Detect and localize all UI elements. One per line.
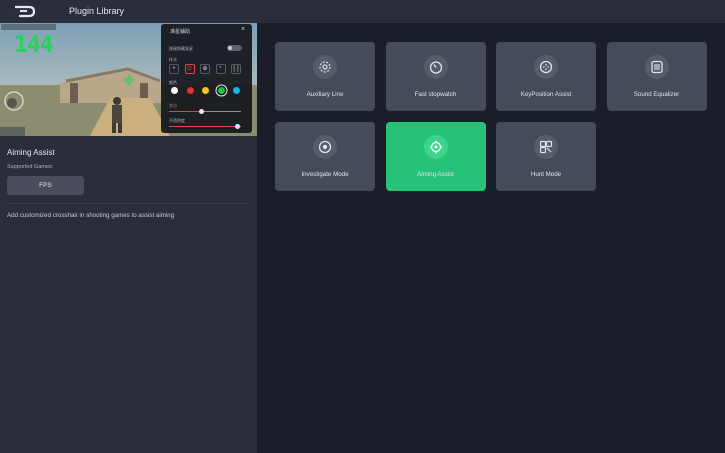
page-title: Plugin Library (69, 6, 125, 16)
plugin-card-label: KeyPosition Assist (520, 91, 572, 98)
plugin-card-label: Investigate Mode (301, 171, 349, 178)
plugin-name: Aiming Assist (7, 148, 55, 157)
crosshair-style-option[interactable]: ⁺ (215, 64, 226, 74)
plugin-card[interactable]: KeyPosition Assist (496, 42, 596, 111)
crosshair-icon (423, 135, 448, 159)
crosshair-color-option[interactable] (202, 87, 209, 94)
plugin-card[interactable]: Auxiliary Line (275, 42, 375, 111)
size-label: 大小 (169, 103, 177, 108)
plugin-card-label: Sound Equalizer (633, 91, 680, 98)
fps-counter: 144 (14, 32, 54, 58)
divider (7, 203, 248, 204)
crosshair-settings-popup: 准星辅助 × 按键隐藏准星 样式 + ⊙ ⊕ ⁺ [·] 颜色 大小 不透明度 (161, 24, 252, 133)
crosshair-style-option[interactable]: ⊕ (200, 64, 210, 74)
hide-toggle-label: 按键隐藏准星 (169, 46, 193, 51)
stopwatch-icon (423, 55, 448, 79)
plugin-preview: 144 准星辅助 × 按键隐藏准星 样式 + ⊙ ⊕ ⁺ [·] 颜色 大小 不透明度 (0, 23, 257, 136)
plugin-card[interactable]: Fast stopwatch (385, 42, 486, 111)
hunt-mode-icon (534, 135, 558, 159)
key-position-icon (534, 55, 558, 79)
plugin-description: Add customized crosshair in shooting gam… (7, 212, 175, 219)
crosshair-style-option[interactable]: + (169, 64, 179, 74)
plugin-card-label: Aiming Assist (417, 171, 454, 178)
crosshair-color-option[interactable] (186, 87, 194, 94)
color-label: 颜色 (169, 80, 177, 85)
hide-crosshair-toggle[interactable] (227, 45, 242, 51)
investigate-icon (313, 135, 337, 159)
size-slider-handle[interactable] (198, 109, 204, 114)
opacity-slider[interactable] (169, 124, 241, 129)
plugin-card[interactable]: Hunt Mode (496, 122, 596, 191)
auxiliary-line-icon (313, 55, 337, 79)
game-tag-fps[interactable]: FPS (7, 176, 84, 195)
top-bar: Plugin Library (0, 0, 725, 23)
plugin-card[interactable]: Sound Equalizer (606, 42, 707, 111)
style-label: 样式 (169, 57, 177, 62)
crosshair-color-option[interactable] (217, 87, 225, 94)
close-icon[interactable]: × (241, 26, 245, 33)
opacity-label: 不透明度 (169, 118, 185, 123)
crosshair-color-option[interactable] (233, 87, 240, 94)
plugin-card[interactable]: Aiming Assist (385, 122, 486, 191)
crosshair-style-option[interactable]: ⊙ (184, 64, 195, 74)
opacity-slider-handle[interactable] (234, 124, 240, 129)
size-slider[interactable] (169, 109, 241, 114)
plugin-card-label: Auxiliary Line (306, 91, 344, 98)
popup-title: 准星辅助 (170, 29, 191, 35)
crosshair-color-option[interactable] (171, 87, 178, 94)
plugin-card-label: Hunt Mode (530, 171, 562, 178)
plugin-card[interactable]: Investigate Mode (275, 122, 375, 191)
crosshair-style-option[interactable]: [·] (231, 64, 241, 74)
brand-logo-icon[interactable] (14, 5, 36, 18)
plugin-card-label: Fast stopwatch (414, 91, 457, 98)
plugin-detail-panel: 144 准星辅助 × 按键隐藏准星 样式 + ⊙ ⊕ ⁺ [·] 颜色 大小 不透明度 … (0, 23, 257, 453)
supported-games-label: Supported Games: (7, 164, 54, 170)
equalizer-icon (644, 55, 669, 79)
